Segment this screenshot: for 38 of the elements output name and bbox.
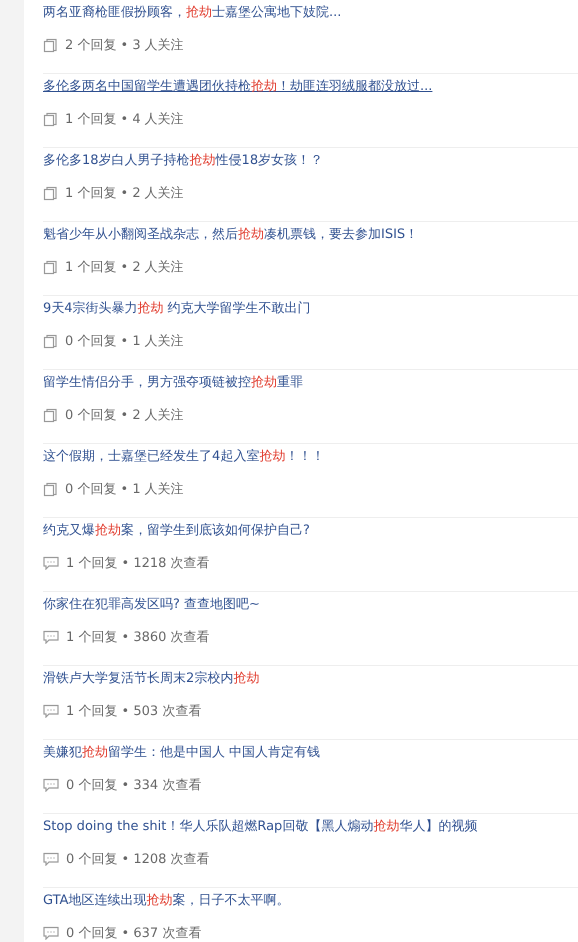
topic-link[interactable]: 约克又爆抢劫案，留学生到底该如何保护自己? [43, 521, 310, 541]
topic-link[interactable]: Stop doing the shit！华人乐队超燃Rap回敬【黑人煽动抢劫华人】的视频 [43, 817, 478, 837]
topic-stats: 0 个回复 • 1 人关注 [65, 481, 184, 498]
topic-stats: 1 个回复 • 503 次查看 [66, 703, 202, 720]
document-icon [43, 38, 58, 52]
topic-link[interactable]: 两名亚裔枪匪假扮顾客，抢劫士嘉堡公寓地下妓院... [43, 3, 342, 23]
topic-stats: 0 个回复 • 334 次查看 [66, 777, 202, 794]
topic-stats: 0 个回复 • 1208 次查看 [66, 851, 210, 868]
topic-stats: 1 个回复 • 2 人关注 [65, 259, 184, 276]
document-icon [43, 112, 58, 126]
document-icon [43, 408, 58, 422]
document-icon [43, 482, 58, 496]
comment-icon [43, 630, 59, 644]
topic-stats: 1 个回复 • 3860 次查看 [66, 629, 210, 646]
topic-link[interactable]: 你家住在犯罪高发区吗? 查查地图吧~ [43, 595, 260, 615]
comment-icon [43, 778, 59, 792]
topic-link[interactable]: 9天4宗街头暴力抢劫 约克大学留学生不敢出门 [43, 299, 311, 319]
topic-stats: 0 个回复 • 1 人关注 [65, 333, 184, 350]
topic-link[interactable]: 魁省少年从小翻阅圣战杂志，然后抢劫凑机票钱，要去参加ISIS！ [43, 225, 418, 245]
document-icon [43, 260, 58, 274]
comment-icon [43, 556, 59, 570]
comment-icon [43, 852, 59, 866]
topic-stats: 0 个回复 • 637 次查看 [66, 925, 202, 942]
topic-stats: 0 个回复 • 2 人关注 [65, 407, 184, 424]
comment-icon [43, 704, 59, 718]
topic-link[interactable]: 这个假期，士嘉堡已经发生了4起入室抢劫！！！ [43, 447, 324, 467]
topic-link[interactable]: 留学生情侣分手，男方强夺项链被控抢劫重罪 [43, 373, 303, 393]
topic-link[interactable]: 滑铁卢大学复活节长周末2宗校内抢劫 [43, 669, 260, 689]
document-icon [43, 186, 58, 200]
comment-icon [43, 926, 59, 940]
topic-stats: 1 个回复 • 2 人关注 [65, 185, 184, 202]
topic-stats: 2 个回复 • 3 人关注 [65, 37, 184, 54]
topic-stats: 1 个回复 • 4 人关注 [65, 111, 184, 128]
topic-stats: 1 个回复 • 1218 次查看 [66, 555, 210, 572]
topic-link[interactable]: GTA地区连续出现抢劫案，日子不太平啊。 [43, 891, 290, 911]
topic-link[interactable]: 美嫌犯抢劫留学生：他是中国人 中国人肯定有钱 [43, 743, 320, 763]
topic-link[interactable]: 多伦多18岁白人男子持枪抢劫性侵18岁女孩！？ [43, 151, 324, 171]
document-icon [43, 334, 58, 348]
